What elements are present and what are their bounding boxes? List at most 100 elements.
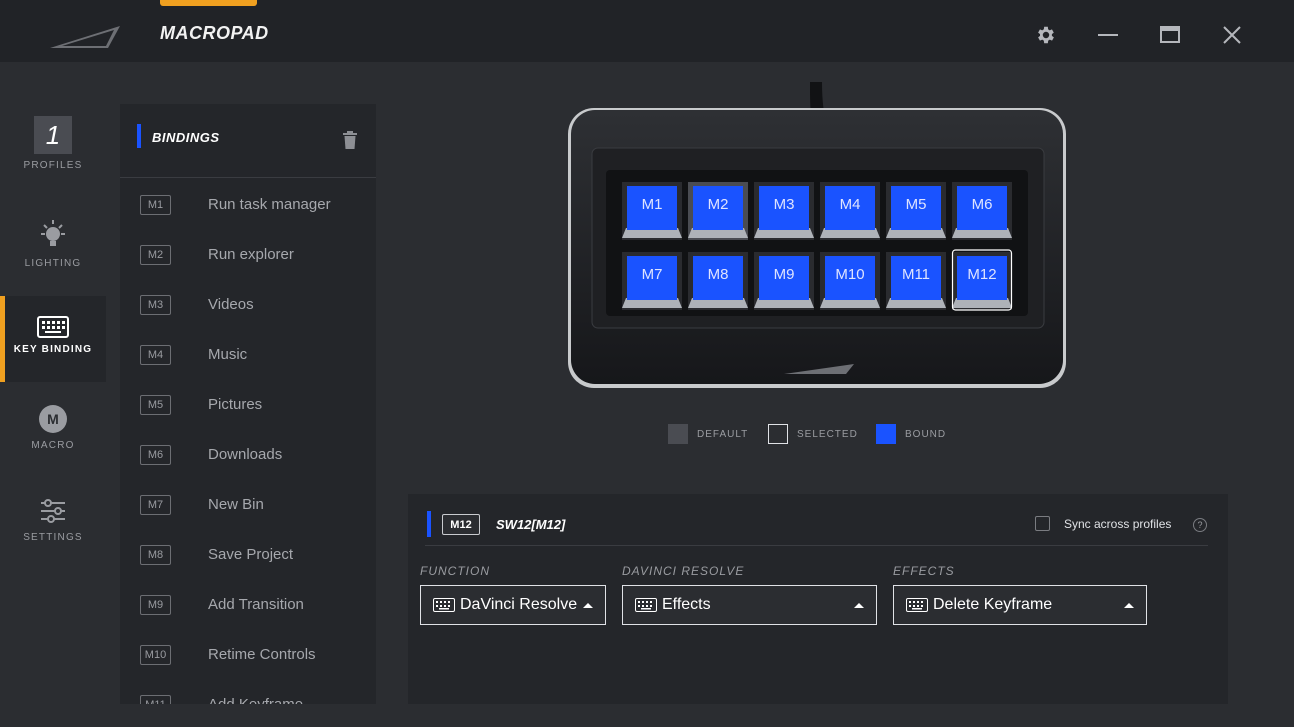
close-button[interactable] [1217, 20, 1247, 50]
maximize-icon [1160, 26, 1180, 43]
sync-across-profiles-checkbox[interactable] [1035, 516, 1050, 531]
nav-key-binding-label: KEY BINDING [13, 344, 93, 355]
binding-row[interactable]: M11 Add Keyframe [120, 678, 376, 704]
config-divider [425, 545, 1208, 546]
binding-row[interactable]: M8 Save Project [120, 528, 376, 578]
legend-default: DEFAULT [668, 424, 748, 444]
caret-up-icon [583, 603, 593, 608]
macropad-device: M1 M2 M3 M4 M5 M6 M7 M8 M9 M10 M11 M12 [568, 82, 1066, 388]
legend-selected: SELECTED [768, 424, 858, 444]
binding-action: Pictures [208, 396, 263, 413]
device-key-m3[interactable]: M3 [754, 182, 814, 240]
device-key-m6[interactable]: M6 [952, 182, 1012, 240]
binding-row[interactable]: M3 Videos [120, 278, 376, 328]
binding-action: Downloads [208, 446, 283, 463]
device-key-m4[interactable]: M4 [820, 182, 880, 240]
binding-row[interactable]: M7 New Bin [120, 478, 376, 528]
legend-selected-label: SELECTED [797, 428, 858, 440]
bindings-title: BINDINGS [152, 130, 220, 145]
binding-action: Add Keyframe [208, 696, 303, 704]
keyboard-icon [37, 316, 69, 338]
title-bar: MACROPAD [0, 0, 1294, 62]
device-key-m7[interactable]: M7 [622, 252, 682, 310]
nav-key-binding[interactable]: KEY BINDING [0, 296, 106, 382]
bulb-icon [41, 220, 65, 246]
binding-key-tag: M6 [140, 445, 171, 465]
binding-row[interactable]: M1 Run task manager [120, 178, 376, 228]
legend-bound-label: BOUND [905, 428, 947, 440]
settings-button[interactable] [1031, 20, 1061, 50]
app-title: MACROPAD [160, 23, 269, 43]
device-key-m11[interactable]: M11 [886, 252, 946, 310]
binding-row[interactable]: M2 Run explorer [120, 228, 376, 278]
nav-macro[interactable]: M MACRO [0, 404, 106, 490]
nav-macro-label: MACRO [31, 440, 75, 451]
help-icon[interactable]: ? [1193, 518, 1207, 532]
device-key-m5[interactable]: M5 [886, 182, 946, 240]
keyboard-icon [433, 598, 455, 612]
binding-row[interactable]: M4 Music [120, 328, 376, 378]
binding-action: Videos [208, 296, 254, 313]
trash-icon[interactable] [342, 131, 358, 149]
nav-settings-label: SETTINGS [23, 532, 83, 543]
device-key-m12[interactable]: M12 [951, 249, 1013, 311]
gear-icon [1038, 26, 1054, 44]
minimize-icon [1098, 34, 1118, 36]
device-key-m9[interactable]: M9 [754, 252, 814, 310]
binding-key-tag: M11 [140, 695, 171, 704]
device-key-m8[interactable]: M8 [688, 252, 748, 310]
legend-selected-swatch [768, 424, 788, 444]
binding-row[interactable]: M6 Downloads [120, 428, 376, 478]
macro-glyph: M [47, 411, 59, 427]
device-key-label: M8 [708, 266, 729, 283]
effects-value: Delete Keyframe [933, 596, 1053, 613]
binding-row[interactable]: M10 Retime Controls [120, 628, 376, 678]
maximize-button[interactable] [1155, 20, 1185, 50]
binding-key-tag: M4 [140, 345, 171, 365]
device-key-label: M3 [774, 196, 795, 213]
keyboard-icon [635, 598, 657, 612]
legend-bound: BOUND [876, 424, 946, 444]
function-select[interactable]: DaVinci Resolve [420, 585, 606, 625]
device-key-m2[interactable]: M2 [688, 182, 748, 240]
binding-action: Add Transition [208, 596, 304, 613]
effects-select[interactable]: Delete Keyframe [893, 585, 1147, 625]
bindings-header-accent [137, 124, 141, 148]
legend-default-swatch [668, 424, 688, 444]
sync-across-profiles-label[interactable]: Sync across profiles [1064, 517, 1171, 531]
binding-key-tag: M5 [140, 395, 171, 415]
davinci-resolve-select[interactable]: Effects [622, 585, 877, 625]
binding-row[interactable]: M9 Add Transition [120, 578, 376, 628]
keyboard-icon [906, 598, 928, 612]
device-key-label: M5 [906, 196, 927, 213]
nav-profiles-label: PROFILES [23, 160, 83, 171]
nav-settings[interactable]: SETTINGS [0, 496, 106, 582]
device-key-label: M6 [972, 196, 993, 213]
binding-row[interactable]: M5 Pictures [120, 378, 376, 428]
sliders-icon [41, 499, 65, 523]
binding-key-tag: M8 [140, 545, 171, 565]
device-key-m10[interactable]: M10 [820, 252, 880, 310]
config-accent-bar [427, 511, 431, 537]
bindings-panel: BINDINGS M1 Run task manager M2 Run explore… [120, 104, 376, 704]
device-key-m1[interactable]: M1 [622, 182, 682, 240]
binding-key-tag: M10 [140, 645, 171, 665]
title-accent-bar [160, 0, 257, 6]
minimize-button[interactable] [1093, 20, 1123, 50]
binding-action: Save Project [208, 546, 294, 563]
effects-label: EFFECTS [893, 564, 955, 578]
davinci-resolve-value: Effects [662, 596, 711, 613]
device-key-label: M4 [840, 196, 861, 213]
device-key-label: M9 [774, 266, 795, 283]
profile-number: 1 [34, 116, 72, 154]
binding-key-tag: M9 [140, 595, 171, 615]
nav-lighting[interactable]: LIGHTING [0, 218, 106, 304]
binding-action: Music [208, 346, 248, 363]
macro-icon: M [39, 405, 67, 433]
binding-action: New Bin [208, 496, 264, 513]
device-key-label: M1 [642, 196, 663, 213]
legend-bound-swatch [876, 424, 896, 444]
nav-profiles[interactable]: 1 PROFILES [0, 116, 106, 202]
device-key-label: M2 [708, 196, 729, 213]
binding-action: Run task manager [208, 196, 331, 213]
